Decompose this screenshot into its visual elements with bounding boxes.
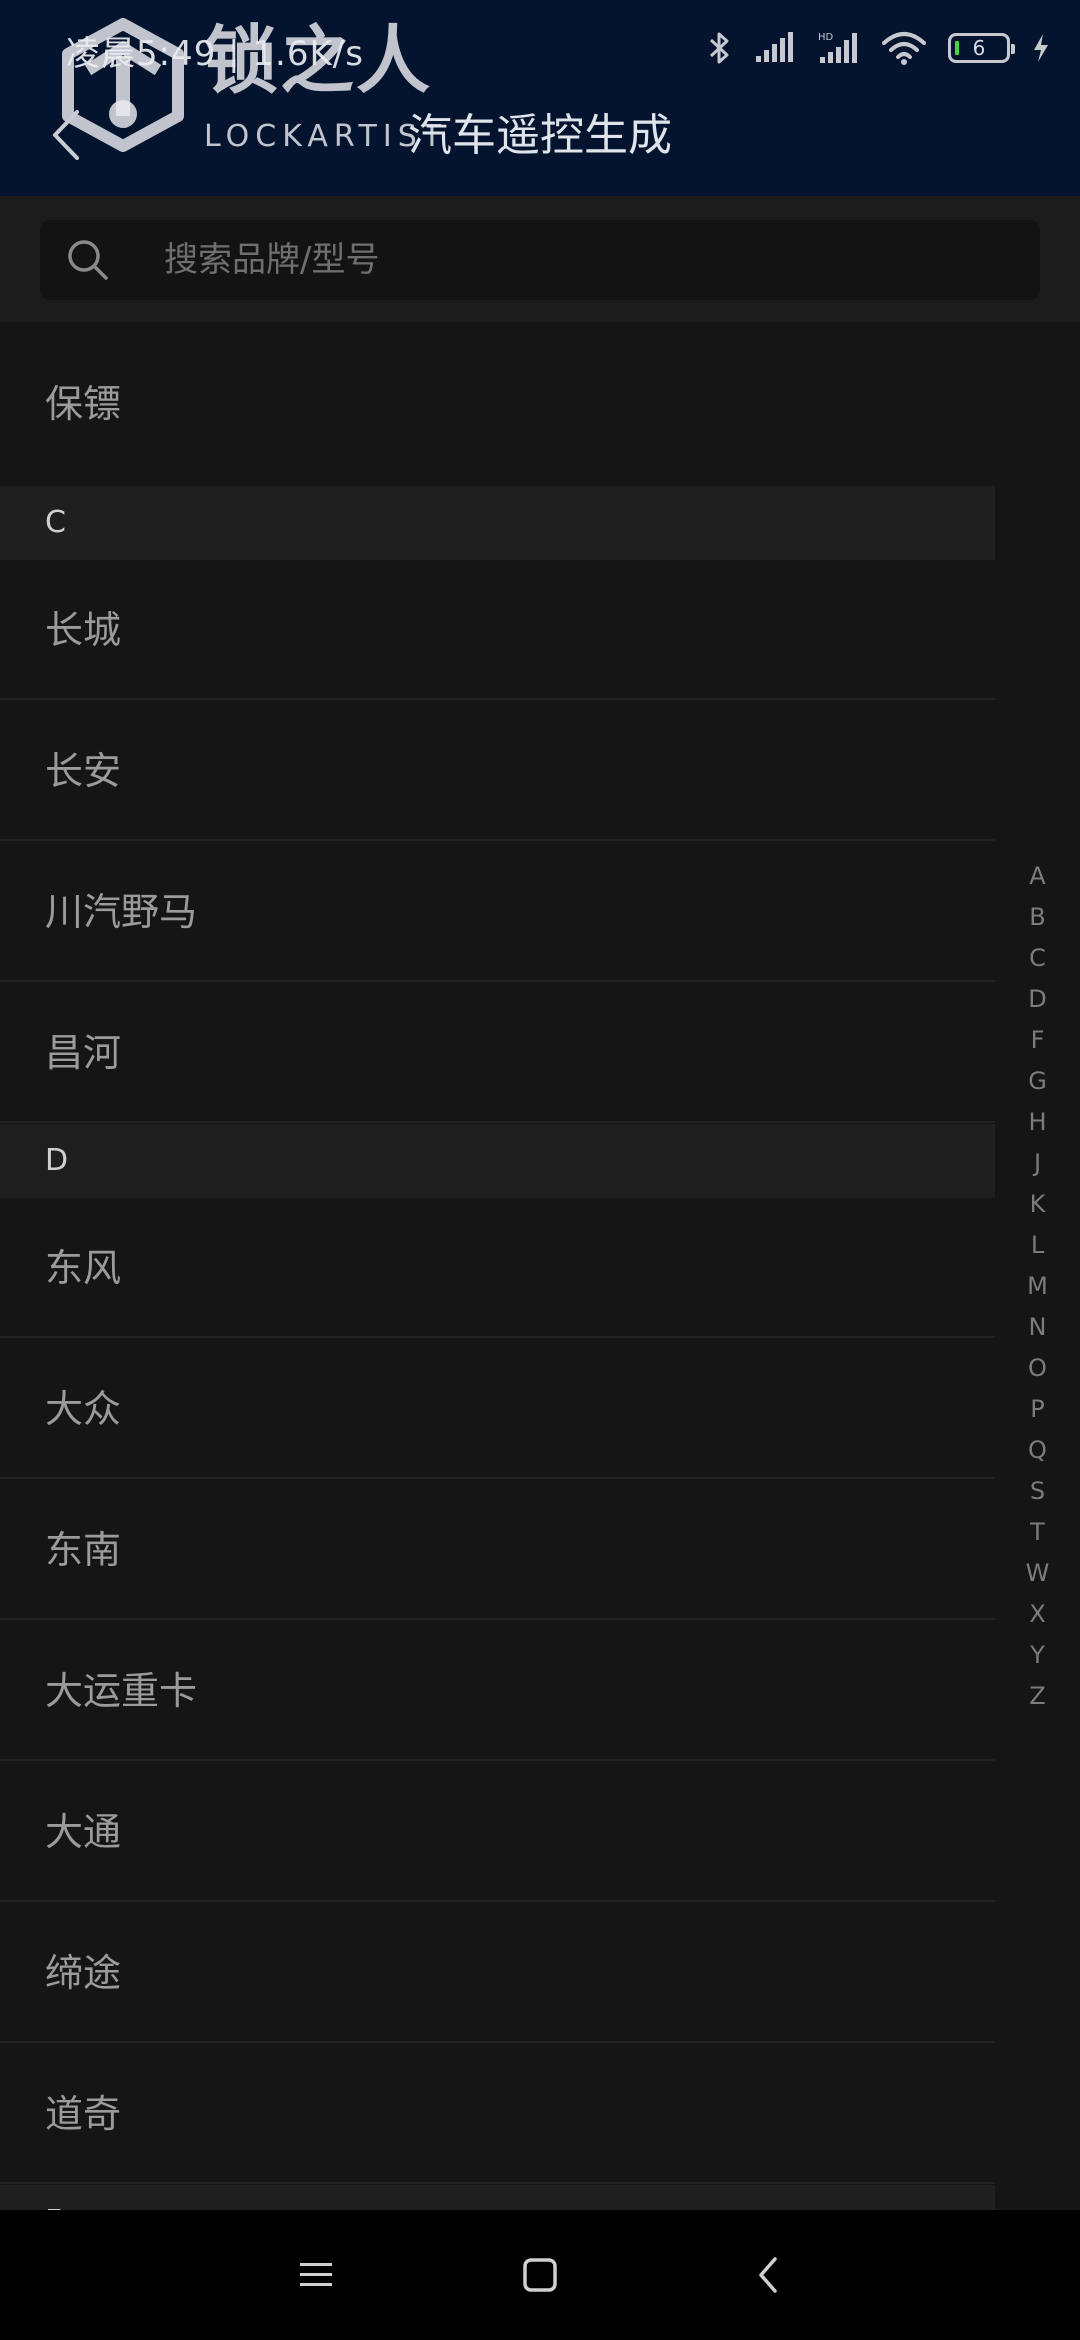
search-box[interactable] (40, 220, 1040, 300)
index-letter[interactable]: Z (995, 1676, 1080, 1717)
status-icons: HD 6 (708, 28, 1050, 68)
index-letter[interactable]: N (995, 1307, 1080, 1348)
square-icon (523, 2258, 557, 2292)
brand-list-item[interactable]: 长安 (0, 701, 995, 841)
brand-name: 长城 (45, 608, 122, 652)
section-header-label: F (45, 2185, 62, 2210)
brand-name: 东南 (45, 1528, 122, 1572)
index-letter[interactable]: W (995, 1553, 1080, 1594)
home-button[interactable] (505, 2240, 575, 2310)
brand-name: 长安 (45, 749, 122, 793)
section-header-label: D (45, 1143, 69, 1178)
brand-list-item[interactable]: 大众 (0, 1339, 995, 1479)
index-letter[interactable]: D (995, 979, 1080, 1020)
brand-list-item[interactable]: 大通 (0, 1762, 995, 1902)
chevron-left-icon (759, 2257, 777, 2293)
brand-list-item[interactable]: 大运重卡 (0, 1621, 995, 1761)
index-letter[interactable]: Q (995, 1430, 1080, 1471)
brand-list-item[interactable]: 东风 (0, 1198, 995, 1338)
brand-name: 保镖 (45, 382, 122, 426)
app-header: 凌晨5:49 | 1.6K/s HD 6 锁之人 LOCKARTIST 汽车遥控… (0, 0, 1080, 196)
battery-level-fill (955, 41, 959, 55)
index-letter[interactable]: L (995, 1225, 1080, 1266)
brand-name: 东风 (45, 1246, 122, 1290)
section-header: D (0, 1124, 995, 1198)
hd-cellular-signal-icon: HD (818, 31, 860, 65)
search-input[interactable] (164, 220, 1014, 300)
brand-name: 大众 (45, 1387, 122, 1431)
charging-icon (1032, 33, 1050, 63)
brand-list: 保镖 C 长城长安川汽野马昌河 D 东风大众东南大运重卡大通缔途道奇 F (0, 322, 995, 2210)
index-letter[interactable]: M (995, 1266, 1080, 1307)
index-letter[interactable]: J (995, 1143, 1080, 1184)
index-letter[interactable]: H (995, 1102, 1080, 1143)
watermark-text-cn: 锁之人 (204, 18, 432, 104)
system-nav-bar (0, 2210, 1080, 2340)
brand-list-item[interactable]: 川汽野马 (0, 842, 995, 982)
brand-list-item[interactable]: 长城 (0, 560, 995, 700)
index-letter[interactable]: X (995, 1594, 1080, 1635)
menu-icon (300, 2263, 332, 2286)
battery-text: 6 (972, 36, 986, 60)
brand-name: 道奇 (45, 2092, 122, 2136)
brand-list-item[interactable]: 东南 (0, 1480, 995, 1620)
index-letter[interactable]: T (995, 1512, 1080, 1553)
search-area (0, 196, 1080, 322)
brand-list-item[interactable]: 缔途 (0, 1903, 995, 2043)
svg-text:HD: HD (818, 32, 834, 43)
index-letter[interactable]: A (995, 856, 1080, 897)
battery-icon: 6 (948, 33, 1015, 63)
brand-list-item[interactable]: 道奇 (0, 2044, 995, 2184)
back-nav-button[interactable] (733, 2240, 803, 2310)
brand-list-item[interactable]: 昌河 (0, 983, 995, 1123)
alphabet-index-bar[interactable]: ABCDFGHJKLMNOPQSTWXYZ (995, 856, 1080, 1717)
index-letter[interactable]: O (995, 1348, 1080, 1389)
brand-name: 大运重卡 (45, 1669, 198, 1713)
wifi-icon (882, 31, 926, 65)
index-letter[interactable]: K (995, 1184, 1080, 1225)
brand-list-item[interactable]: 保镖 (0, 322, 995, 486)
index-letter[interactable]: S (995, 1471, 1080, 1512)
brand-name: 昌河 (45, 1031, 122, 1075)
index-letter[interactable]: Y (995, 1635, 1080, 1676)
bluetooth-icon (708, 30, 732, 66)
section-header: F (0, 2185, 995, 2210)
recent-apps-button[interactable] (281, 2240, 351, 2310)
brand-name: 川汽野马 (45, 890, 198, 934)
cellular-signal-icon (754, 32, 796, 64)
index-letter[interactable]: B (995, 897, 1080, 938)
page-title: 汽车遥控生成 (408, 110, 672, 161)
index-letter[interactable]: G (995, 1061, 1080, 1102)
index-letter[interactable]: C (995, 938, 1080, 979)
section-header: C (0, 486, 995, 560)
section-header-label: C (45, 505, 66, 540)
brand-name: 大通 (45, 1810, 122, 1854)
brand-name: 缔途 (45, 1951, 122, 1995)
index-letter[interactable]: P (995, 1389, 1080, 1430)
search-icon (68, 240, 108, 280)
index-letter[interactable]: F (995, 1020, 1080, 1061)
